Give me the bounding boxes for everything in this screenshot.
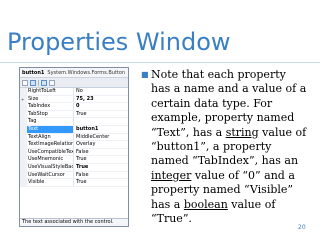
property-name: TabStop [27,110,74,118]
property-name: RightToLeft [27,88,74,95]
property-name: TextAlign [27,133,74,141]
property-row[interactable]: UseVisualStyleBackColorTrue [20,163,128,172]
property-name: TextImageRelation [28,141,74,148]
alphabetical-icon[interactable] [30,79,36,86]
properties-toolbar [20,78,128,88]
row-gutter [20,133,27,141]
property-value[interactable]: False [74,172,128,179]
property-name: UseCompatibleTextRendering [28,148,74,156]
events-icon[interactable] [49,79,55,86]
underlined-term-boolean: boolean [183,197,228,211]
property-value[interactable]: MiddleCenter [74,134,128,141]
property-row[interactable]: + Size 75, 23 [20,95,128,104]
object-selector[interactable]: button1 System.Windows.Forms.Button [20,68,128,78]
property-value[interactable]: True [74,156,128,163]
properties-window-screenshot: button1 System.Windows.Forms.Button Righ… [19,67,129,227]
property-name: Size [27,95,74,103]
object-name: button1 [22,69,45,76]
underlined-term-string: string [225,125,259,139]
property-name: Tag [27,118,74,125]
property-value[interactable]: No [74,88,128,95]
property-row[interactable]: Tag [20,118,128,126]
property-row[interactable]: RightToLeft No [20,88,128,96]
property-description: The text associated with the control. [20,218,128,226]
property-value[interactable] [74,118,128,125]
bullet-icon: ■ [141,70,149,79]
row-gutter: + [20,95,27,103]
property-value[interactable]: False [74,149,128,156]
property-row[interactable]: Text button1 [20,125,128,134]
row-gutter [20,125,27,133]
row-gutter [20,141,27,148]
property-value[interactable]: True [74,111,128,118]
title-divider [0,62,320,63]
property-value[interactable]: Overlay [74,141,128,148]
row-gutter [20,88,27,95]
page-number: 20 [298,224,306,231]
categorized-icon[interactable] [22,79,28,86]
row-gutter [20,148,27,156]
row-gutter [20,156,27,163]
property-value[interactable]: 75, 23 [74,96,128,103]
property-row[interactable]: TextImageRelation Overlay [20,141,128,149]
row-gutter [20,171,27,179]
row-gutter [20,103,27,110]
underlined-term-integer: integer [151,168,192,182]
property-name: TabIndex [27,103,74,110]
expand-icon[interactable]: + [21,97,24,102]
row-gutter [20,163,27,171]
property-value[interactable]: True [74,164,128,171]
property-name: Text [27,125,74,133]
property-row[interactable]: UseWaitCursor False [20,171,128,180]
property-row[interactable]: Visible True [20,179,128,187]
property-name: Visible [27,179,74,186]
property-row[interactable]: UseCompatibleTextRenderingFalse [20,148,128,157]
property-name: UseWaitCursor [27,171,74,179]
row-gutter [20,179,27,186]
bullet-text: Note that each property has a name and a… [151,68,308,226]
property-grid: RightToLeft No + Size 75, 23 TabIndex 0 TabStop… [20,88,128,187]
properties-icon[interactable] [41,79,47,86]
property-value[interactable]: True [74,179,128,186]
property-value[interactable]: button1 [74,126,128,133]
property-name: UseMnemonic [27,156,74,163]
slide-title: Properties Window [7,28,231,56]
toolbar-separator [38,79,39,86]
property-row[interactable]: TabStop True [20,110,128,119]
property-row[interactable]: TextAlign MiddleCenter [20,133,128,142]
row-gutter [20,110,27,118]
object-type: System.Windows.Forms.Button [47,69,126,76]
row-gutter [20,118,27,125]
property-value[interactable]: 0 [74,103,128,110]
property-name: UseVisualStyleBackColor [28,163,74,171]
property-row[interactable]: TabIndex 0 [20,103,128,111]
property-row[interactable]: UseMnemonic True [20,156,128,164]
